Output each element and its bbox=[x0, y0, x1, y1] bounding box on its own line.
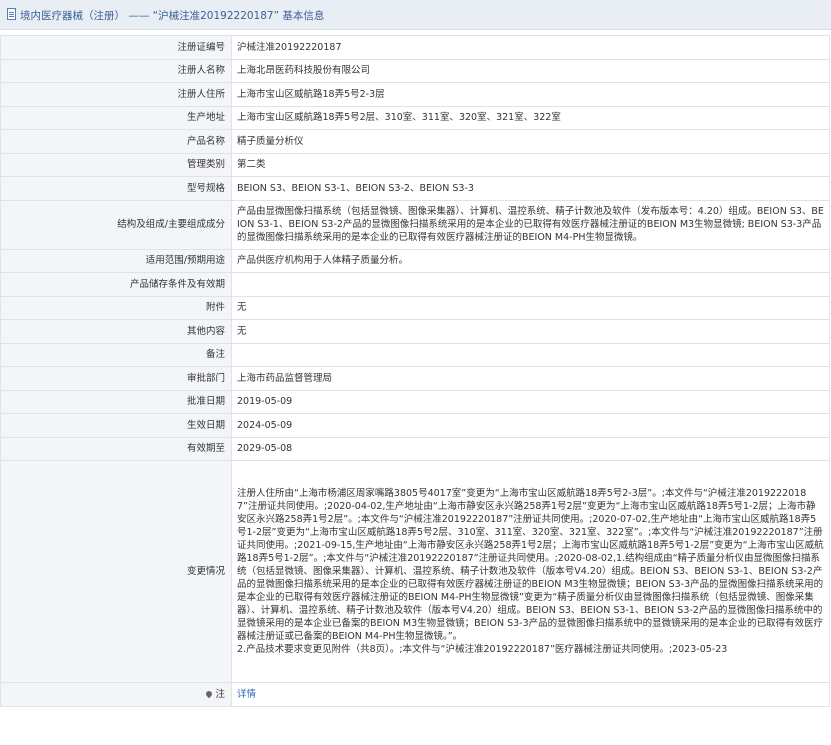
row-label: 生产地址 bbox=[0, 105, 232, 130]
row-label: 注册人名称 bbox=[0, 58, 232, 83]
page-title: 境内医疗器械（注册） —— “沪械注准20192220187” 基本信息 bbox=[20, 10, 325, 22]
row-label: 有效期至 bbox=[0, 436, 232, 461]
table-row: 适用范围/预期用途 产品供医疗机构用于人体精子质量分析。 bbox=[0, 248, 830, 273]
row-label: 管理类别 bbox=[0, 152, 232, 177]
change-history-value: 注册人住所由“上海市杨浦区周家嘴路3805号4017室”变更为“上海市宝山区威航… bbox=[231, 460, 830, 683]
row-label: 附件 bbox=[0, 295, 232, 320]
row-value: BEION S3、BEION S3-1、BEION S3-2、BEION S3-… bbox=[231, 176, 830, 201]
table-row: 批准日期 2019-05-09 bbox=[0, 389, 830, 414]
table-row: 结构及组成/主要组成成分 产品由显微图像扫描系统（包括显微镜、图像采集器）、计算… bbox=[0, 199, 830, 250]
row-value: 上海市宝山区威航路18弄5号2-3层 bbox=[231, 82, 830, 107]
row-value: 无 bbox=[231, 319, 830, 344]
table-row: 注册人名称 上海北昂医药科技股份有限公司 bbox=[0, 58, 830, 83]
table-row: 生效日期 2024-05-09 bbox=[0, 413, 830, 438]
table-row: 变更情况 注册人住所由“上海市杨浦区周家嘴路3805号4017室”变更为“上海市… bbox=[0, 460, 830, 683]
footer-link-cell: 详情 bbox=[231, 682, 830, 707]
row-value: 上海市宝山区威航路18弄5号2层、310室、311室、320室、321室、322… bbox=[231, 105, 830, 130]
table-row: 注册证编号 沪械注准20192220187 bbox=[0, 35, 830, 60]
row-label: 生效日期 bbox=[0, 413, 232, 438]
row-value: 上海北昂医药科技股份有限公司 bbox=[231, 58, 830, 83]
row-label: 结构及组成/主要组成成分 bbox=[0, 199, 232, 250]
table-row: 其他内容 无 bbox=[0, 319, 830, 344]
table-row: 附件 无 bbox=[0, 295, 830, 320]
row-label: 审批部门 bbox=[0, 366, 232, 391]
row-label: 产品名称 bbox=[0, 129, 232, 154]
footer-label: 注 bbox=[215, 688, 225, 700]
row-value: 产品由显微图像扫描系统（包括显微镜、图像采集器）、计算机、温控系统、精子计数池及… bbox=[231, 199, 830, 250]
table-row: 注 详情 bbox=[0, 682, 830, 707]
document-icon bbox=[7, 8, 16, 20]
row-label: 变更情况 bbox=[0, 460, 232, 683]
row-value: 第二类 bbox=[231, 152, 830, 177]
row-label: 注册人住所 bbox=[0, 82, 232, 107]
row-label: 注册证编号 bbox=[0, 35, 232, 60]
table-row: 产品储存条件及有效期 bbox=[0, 272, 830, 297]
table-row: 管理类别 第二类 bbox=[0, 152, 830, 177]
row-label: 适用范围/预期用途 bbox=[0, 248, 232, 273]
table-row: 型号规格 BEION S3、BEION S3-1、BEION S3-2、BEIO… bbox=[0, 176, 830, 201]
row-value: 无 bbox=[231, 295, 830, 320]
row-label: 批准日期 bbox=[0, 389, 232, 414]
page-header: 境内医疗器械（注册） —— “沪械注准20192220187” 基本信息 bbox=[0, 0, 831, 30]
row-label: 产品储存条件及有效期 bbox=[0, 272, 232, 297]
location-pin-icon bbox=[205, 690, 214, 699]
row-value: 精子质量分析仪 bbox=[231, 129, 830, 154]
table-row: 注册人住所 上海市宝山区威航路18弄5号2-3层 bbox=[0, 82, 830, 107]
row-value: 2024-05-09 bbox=[231, 413, 830, 438]
info-table: 注册证编号 沪械注准20192220187 注册人名称 上海北昂医药科技股份有限… bbox=[0, 35, 830, 707]
footer-label-cell: 注 bbox=[0, 682, 232, 707]
change-history-text: 注册人住所由“上海市杨浦区周家嘴路3805号4017室”变更为“上海市宝山区威航… bbox=[237, 488, 824, 642]
row-value: 上海市药品监督管理局 bbox=[231, 366, 830, 391]
details-link[interactable]: 详情 bbox=[237, 689, 256, 700]
row-value: 产品供医疗机构用于人体精子质量分析。 bbox=[231, 248, 830, 273]
row-label: 备注 bbox=[0, 342, 232, 367]
row-value: 沪械注准20192220187 bbox=[231, 35, 830, 60]
row-label: 其他内容 bbox=[0, 319, 232, 344]
row-value: 2019-05-09 bbox=[231, 389, 830, 414]
row-label: 型号规格 bbox=[0, 176, 232, 201]
table-row: 产品名称 精子质量分析仪 bbox=[0, 129, 830, 154]
table-row: 有效期至 2029-05-08 bbox=[0, 436, 830, 461]
row-value: 2029-05-08 bbox=[231, 436, 830, 461]
table-row: 备注 bbox=[0, 342, 830, 367]
change-history-extra: 2.产品技术要求变更见附件（共8页）。;本文件与“沪械注准20192220187… bbox=[237, 644, 728, 655]
row-value bbox=[231, 342, 830, 367]
row-value bbox=[231, 272, 830, 297]
table-row: 生产地址 上海市宝山区威航路18弄5号2层、310室、311室、320室、321… bbox=[0, 105, 830, 130]
table-row: 审批部门 上海市药品监督管理局 bbox=[0, 366, 830, 391]
